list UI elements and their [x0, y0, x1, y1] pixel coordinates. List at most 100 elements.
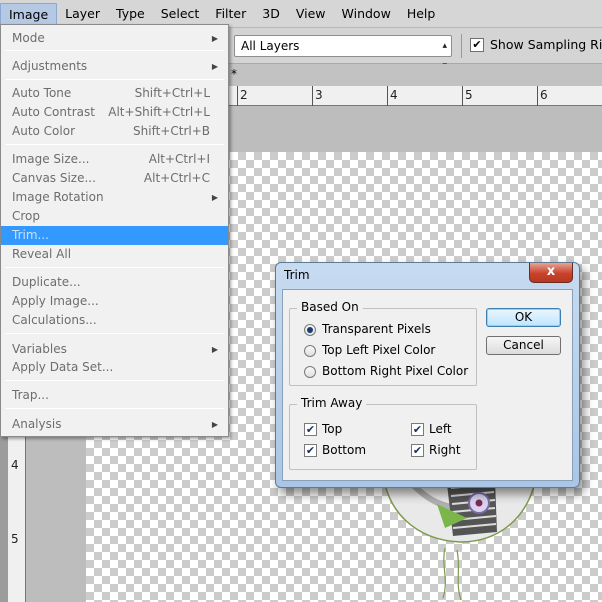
menu-item-label: Auto Contrast: [12, 105, 95, 119]
menu-item-calculations[interactable]: Calculations...: [1, 311, 228, 330]
ruler-tick: [537, 86, 538, 106]
ruler-tick: [387, 86, 388, 106]
menu-item-label: Trim...: [12, 228, 49, 242]
menu-item-image-rotation[interactable]: Image Rotation ▶: [1, 188, 228, 207]
menu-divider: [5, 267, 224, 268]
ruler-tick: [312, 86, 313, 106]
radio-bottom-right-pixel-color[interactable]: [304, 366, 316, 378]
menu-3d[interactable]: 3D: [254, 3, 288, 25]
triangle-right-icon: ▶: [211, 345, 218, 354]
menu-item-apply-data-set[interactable]: Apply Data Set...: [1, 358, 228, 377]
show-sampling-ring-checkbox[interactable]: ✔: [470, 38, 484, 52]
menu-item-label: Apply Data Set...: [12, 360, 114, 374]
cancel-button[interactable]: Cancel: [486, 336, 561, 355]
artwork-flower-center: [475, 499, 483, 507]
menu-divider: [5, 79, 224, 80]
checkbox-label-left: Left: [429, 422, 452, 436]
artwork-stems: [442, 547, 462, 601]
menu-item-mode[interactable]: Mode ▶: [1, 29, 228, 48]
ruler-label: 3: [315, 88, 323, 102]
menu-item-reveal-all[interactable]: Reveal All: [1, 245, 228, 264]
triangle-right-icon: ▶: [211, 34, 218, 43]
menu-item-shortcut: Alt+Ctrl+C: [143, 171, 210, 185]
check-icon: ✔: [412, 444, 423, 457]
radio-transparent-pixels[interactable]: [304, 324, 316, 336]
based-on-label: Based On: [297, 300, 363, 314]
menu-type[interactable]: Type: [108, 3, 153, 25]
trim-dialog: Trim x Based On Transparent Pixels Top L…: [275, 262, 580, 488]
menu-view[interactable]: View: [288, 3, 334, 25]
menu-item-label: Trap...: [12, 388, 49, 402]
menu-filter[interactable]: Filter: [207, 3, 254, 25]
menu-select[interactable]: Select: [153, 3, 208, 25]
menu-item-label: Reveal All: [12, 247, 72, 261]
check-icon: ✔: [305, 423, 316, 436]
menu-item-shortcut: Alt+Shift+Ctrl+L: [108, 105, 210, 119]
menu-divider: [5, 50, 224, 51]
trim-away-label: Trim Away: [297, 396, 367, 410]
menu-item-label: Mode: [12, 31, 45, 45]
menu-item-shortcut: Shift+Ctrl+B: [133, 124, 210, 138]
ruler-label: 5: [465, 88, 473, 102]
menu-item-auto-color[interactable]: Auto Color Shift+Ctrl+B: [1, 122, 228, 141]
menu-item-crop[interactable]: Crop: [1, 207, 228, 226]
option-label-bottom-right-pixel-color: Bottom Right Pixel Color: [322, 364, 469, 378]
triangle-right-icon: ▶: [211, 62, 218, 71]
sample-layers-select[interactable]: All Layers ▴▾: [234, 35, 452, 71]
checkbox-label-bottom: Bottom: [322, 443, 367, 457]
menu-help[interactable]: Help: [399, 3, 444, 25]
menu-item-apply-image[interactable]: Apply Image...: [1, 292, 228, 311]
ruler-label: 6: [540, 88, 548, 102]
checkbox-label-top: Top: [322, 422, 343, 436]
checkbox-right[interactable]: ✔: [411, 444, 424, 457]
menu-item-adjustments[interactable]: Adjustments ▶: [1, 57, 228, 76]
menu-item-label: Image Rotation: [12, 190, 104, 204]
checkbox-top[interactable]: ✔: [304, 423, 317, 436]
options-separator: [461, 34, 462, 58]
menu-divider: [5, 408, 224, 409]
check-icon: ✔: [305, 444, 316, 457]
canvas-artwork: [382, 470, 538, 601]
triangle-right-icon: ▶: [211, 420, 218, 429]
checkbox-bottom[interactable]: ✔: [304, 444, 317, 457]
dialog-close-button[interactable]: x: [529, 263, 573, 283]
menu-window[interactable]: Window: [334, 3, 399, 25]
menu-divider: [5, 333, 224, 334]
menu-layer[interactable]: Layer: [57, 3, 108, 25]
menu-item-auto-tone[interactable]: Auto Tone Shift+Ctrl+L: [1, 84, 228, 103]
checkbox-left[interactable]: ✔: [411, 423, 424, 436]
menu-divider: [5, 144, 224, 145]
menu-item-analysis[interactable]: Analysis ▶: [1, 415, 228, 434]
menu-item-canvas-size[interactable]: Canvas Size... Alt+Ctrl+C: [1, 169, 228, 188]
sample-layers-value: All Layers: [241, 39, 300, 53]
menu-item-auto-contrast[interactable]: Auto Contrast Alt+Shift+Ctrl+L: [1, 103, 228, 122]
triangle-right-icon: ▶: [211, 193, 218, 202]
radio-top-left-pixel-color[interactable]: [304, 345, 316, 357]
check-icon: ✔: [412, 423, 423, 436]
checkbox-label-right: Right: [429, 443, 461, 457]
menu-item-label: Auto Color: [12, 124, 76, 138]
menu-item-duplicate[interactable]: Duplicate...: [1, 273, 228, 292]
option-label-transparent-pixels: Transparent Pixels: [322, 322, 431, 336]
ok-button[interactable]: OK: [486, 308, 561, 327]
menu-item-image-size[interactable]: Image Size... Alt+Ctrl+I: [1, 150, 228, 169]
menu-item-trap[interactable]: Trap...: [1, 386, 228, 405]
menu-item-label: Calculations...: [12, 313, 97, 327]
ruler-label: 4: [390, 88, 398, 102]
menu-item-label: Analysis: [12, 417, 62, 431]
menu-item-variables[interactable]: Variables ▶: [1, 340, 228, 359]
trim-away-group: Trim Away ✔ Top ✔ Bottom ✔ Left ✔ Right: [289, 396, 477, 470]
dialog-title: Trim: [284, 268, 310, 282]
dialog-body: Based On Transparent Pixels Top Left Pix…: [282, 289, 573, 481]
show-sampling-ring-label: Show Sampling Ring: [490, 37, 602, 52]
menu-item-label: Apply Image...: [12, 294, 99, 308]
menu-image[interactable]: Image: [0, 2, 58, 25]
menu-item-label: Image Size...: [12, 152, 90, 166]
image-menu: Mode ▶ Adjustments ▶ Auto Tone Shift+Ctrl+L…: [0, 24, 229, 437]
menu-item-trim[interactable]: Trim...: [1, 226, 228, 245]
menu-item-shortcut: Shift+Ctrl+L: [134, 86, 210, 100]
menu-item-label: Duplicate...: [12, 275, 81, 289]
menu-item-label: Crop: [12, 209, 41, 223]
ruler-label: 5: [11, 532, 19, 546]
menu-item-label: Variables: [12, 342, 67, 356]
